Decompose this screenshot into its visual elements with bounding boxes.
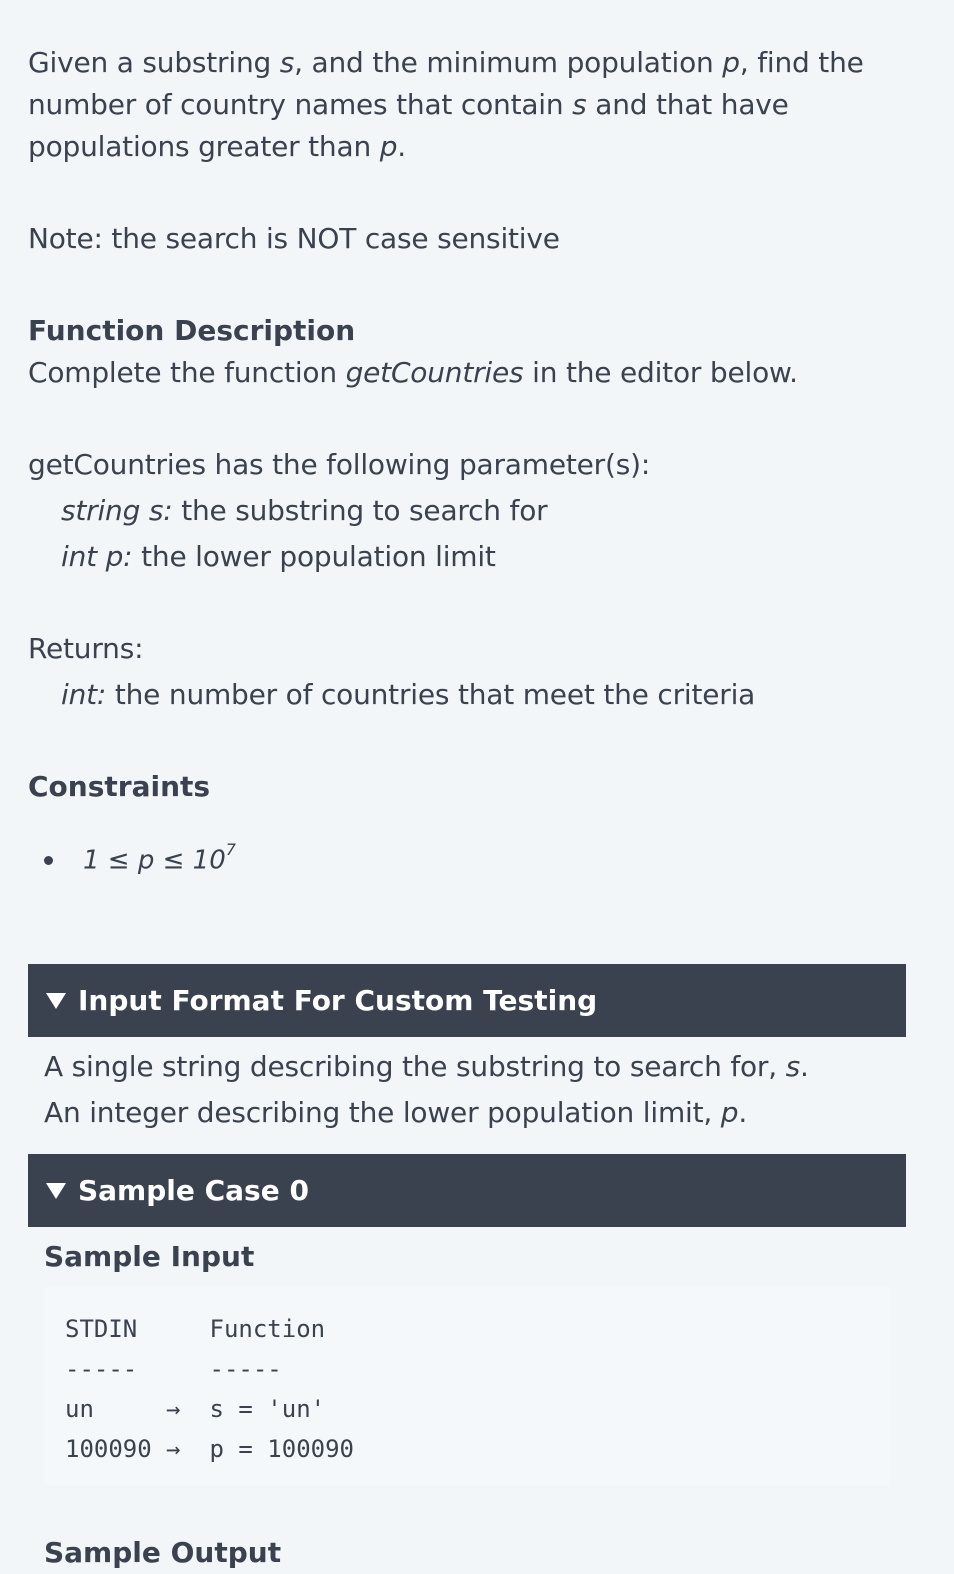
intro-paragraph: Given a substring s, and the minimum pop… [28, 46, 864, 163]
bullet-dot [44, 855, 53, 865]
constraints-heading: Constraints [28, 770, 211, 803]
case-note: Note: the search is NOT case sensitive [28, 222, 560, 255]
code-line: STDIN Function [65, 1315, 326, 1343]
sample-case-toggle[interactable]: Sample Case 0 [28, 1154, 906, 1227]
input-format-line-2: An integer describing the lower populati… [44, 1096, 748, 1129]
input-format-toggle[interactable]: Input Format For Custom Testing [28, 964, 906, 1037]
returns-text: int: the number of countries that meet t… [61, 678, 756, 711]
code-line: 100090 → p = 100090 [65, 1435, 354, 1463]
constraint-math: 1 ≤ p ≤ 107 [83, 840, 236, 876]
sample-input-heading: Sample Input [44, 1240, 255, 1273]
param-s: string s: the substring to search for [61, 494, 548, 527]
returns-header: Returns: [28, 632, 144, 665]
code-line: ----- ----- [65, 1355, 282, 1383]
parameters-header: getCountries has the following parameter… [28, 448, 651, 481]
sample-output-heading: Sample Output [44, 1536, 282, 1569]
constraint-item: 1 ≤ p ≤ 107 [28, 838, 236, 882]
function-description-heading: Function Description [28, 314, 356, 347]
sample-input-code: STDIN Function ----- ----- un → s = 'un' 10… [44, 1287, 890, 1485]
collapse-triangle-icon [46, 1182, 66, 1199]
param-p: int p: the lower population limit [61, 540, 496, 573]
code-line: un → s = 'un' [65, 1395, 326, 1423]
input-format-line-1: A single string describing the substring… [44, 1050, 809, 1083]
function-description-text: Complete the function getCountries in th… [28, 356, 798, 389]
collapse-triangle-icon [46, 992, 66, 1009]
input-format-body: A single string describing the substring… [44, 1046, 904, 1134]
